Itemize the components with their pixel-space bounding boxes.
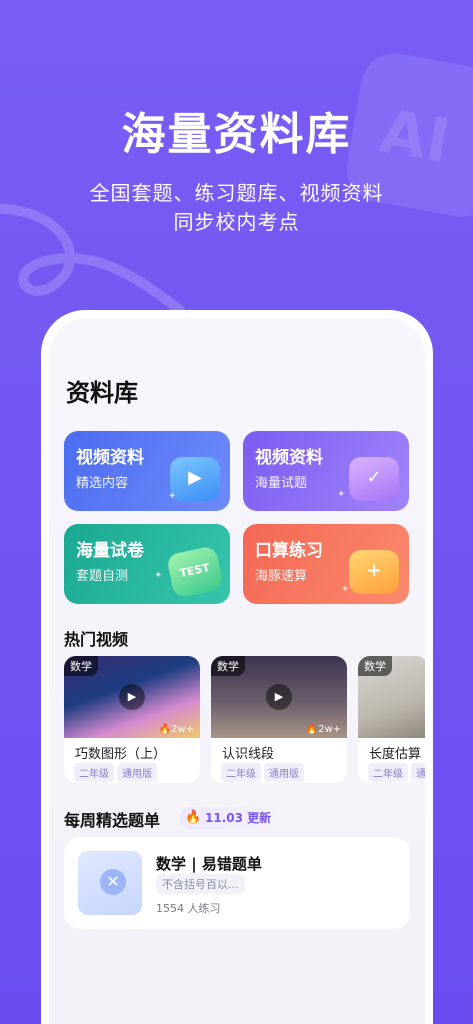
video-chips: 二年级通	[368, 762, 425, 782]
fire-icon: 🔥	[185, 810, 202, 825]
video-title: 长度估算	[369, 747, 422, 762]
card-test-papers[interactable]: 海量试卷 套题自测 TEST ✦	[64, 524, 230, 604]
subject-tag: 数学	[211, 656, 245, 676]
video-card[interactable]: 数学 ▶ 🔥2w+ 认识线段 二年级 通用版	[211, 656, 347, 783]
video-card[interactable]: 数学 长度估算 二年级通	[358, 656, 425, 783]
hero-title: 海量资料库	[121, 109, 352, 160]
question-set-card[interactable]: ✕ 数学 | 易错题单 不含括号百以... 1554 人练习	[64, 837, 410, 929]
play-icon[interactable]: ▶	[266, 684, 292, 710]
grade-chip: 二年级	[74, 763, 114, 782]
edition-chip: 通	[411, 763, 425, 782]
library-title: 资料库	[66, 379, 138, 407]
phone-screen: 资料库 视频资料 精选内容 ▶ ✦ 视频资料 海量试题 ✓ ✦ 海量试卷 套题自…	[49, 318, 425, 1024]
edition-chip: 通用版	[264, 763, 304, 782]
checklist-icon: ✓	[349, 457, 399, 501]
question-set-title: 数学 | 易错题单	[156, 855, 262, 873]
edition-chip: 通用版	[117, 763, 157, 782]
test-paper-icon: TEST	[165, 545, 225, 599]
play-icon[interactable]: ▶	[119, 684, 145, 710]
video-card[interactable]: 数学 ▶ 🔥2w+ 巧数图形（上） 二年级 通用版	[64, 656, 200, 783]
tv-play-icon: ▶	[170, 457, 220, 501]
video-title: 巧数图形（上）	[75, 747, 167, 762]
video-title: 认识线段	[222, 747, 275, 762]
hot-videos-list[interactable]: 数学 ▶ 🔥2w+ 巧数图形（上） 二年级 通用版 数学 ▶ 🔥2w+ 认识线段 …	[64, 656, 425, 786]
practice-count: 1554 人练习	[156, 902, 221, 915]
subject-tag: 数学	[64, 656, 98, 676]
views-count: 🔥2w+	[158, 724, 194, 735]
subject-tag: 数学	[358, 656, 392, 676]
video-chips: 二年级 通用版	[74, 762, 160, 782]
question-set-tag: 不含括号百以...	[156, 874, 245, 894]
hot-videos-title: 热门视频	[64, 630, 129, 649]
hero-subtitle-line1: 全国套题、练习题库、视频资料	[89, 181, 384, 205]
update-badge: 🔥 11.03 更新	[179, 807, 280, 829]
card-video-materials[interactable]: 视频资料 精选内容 ▶ ✦	[64, 431, 230, 511]
weekly-title: 每周精选题单	[64, 811, 161, 830]
grade-chip: 二年级	[221, 763, 261, 782]
grade-chip: 二年级	[368, 763, 408, 782]
wrong-questions-icon: ✕	[78, 851, 142, 915]
card-mental-math[interactable]: 口算练习 海豚速算 + ✦	[243, 524, 409, 604]
video-chips: 二年级 通用版	[221, 762, 307, 782]
calculator-box-icon: +	[349, 550, 399, 594]
views-count: 🔥2w+	[305, 724, 341, 735]
card-video-questions[interactable]: 视频资料 海量试题 ✓ ✦	[243, 431, 409, 511]
phone-frame: 资料库 视频资料 精选内容 ▶ ✦ 视频资料 海量试题 ✓ ✦ 海量试卷 套题自…	[41, 310, 433, 1024]
hero-subtitle-line2: 同步校内考点	[173, 210, 300, 234]
